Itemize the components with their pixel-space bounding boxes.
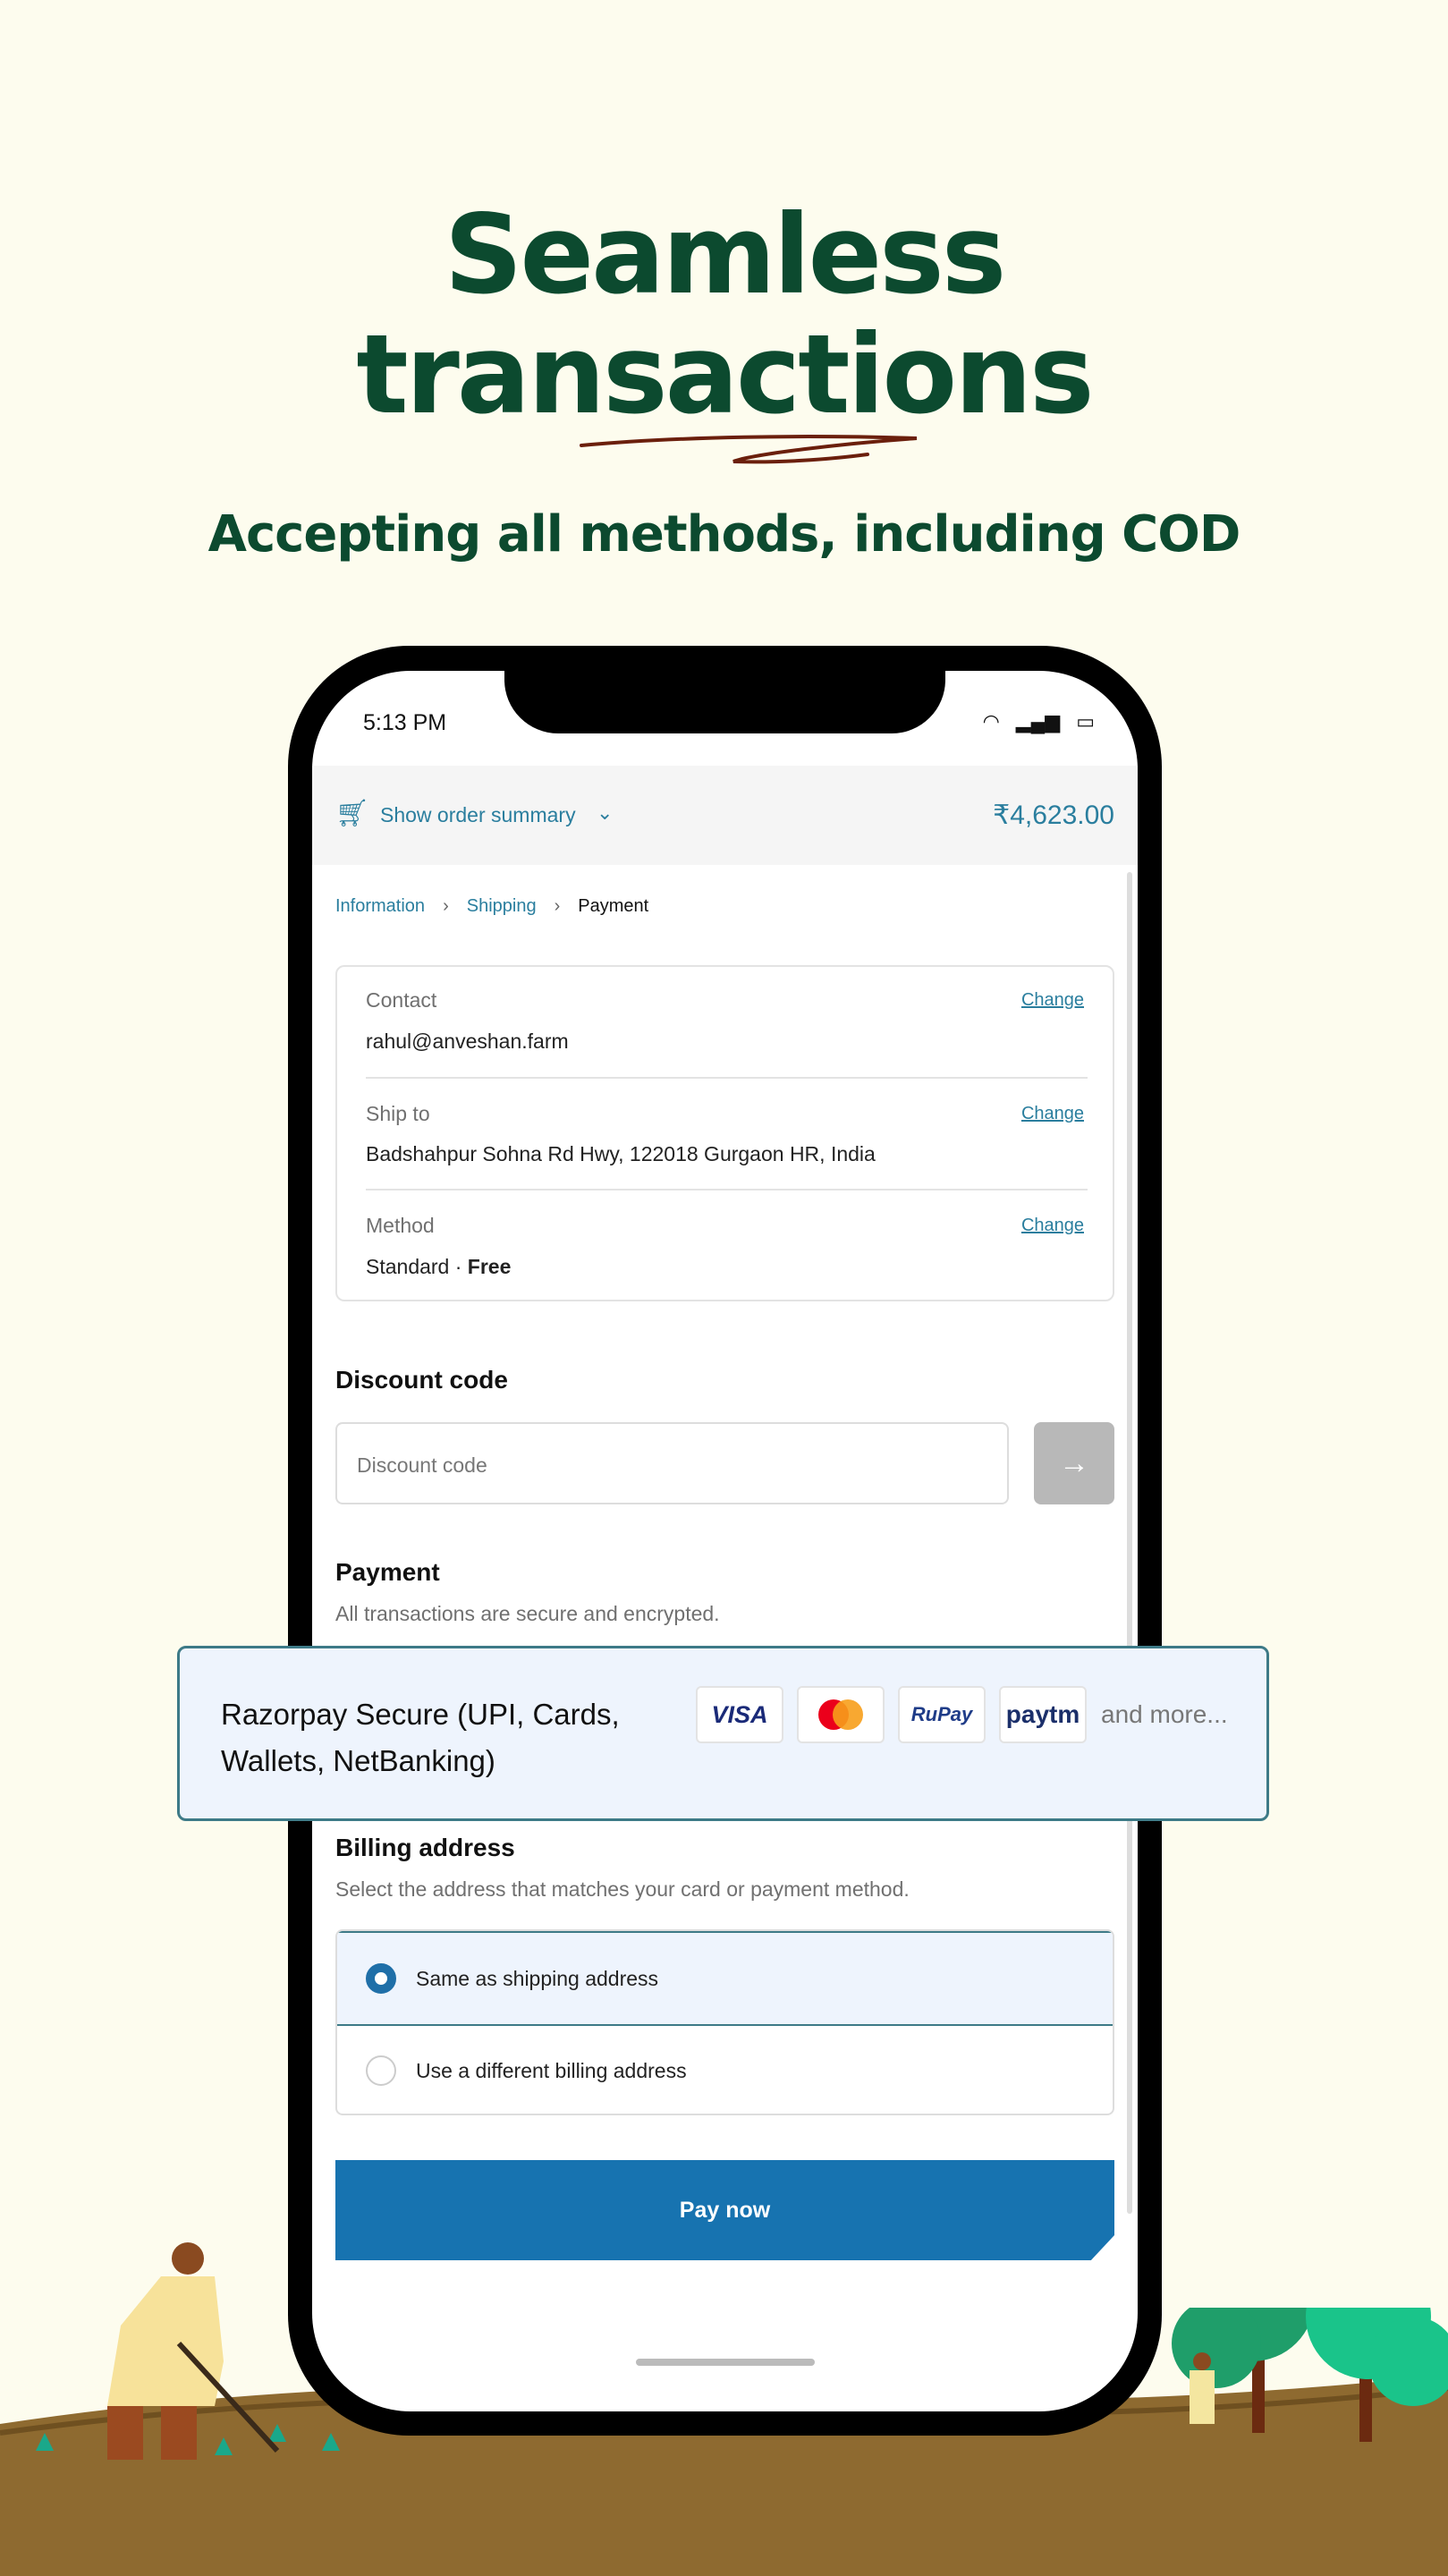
ship-to-label: Ship to bbox=[366, 1102, 430, 1125]
battery-icon: ▭ bbox=[1076, 710, 1095, 733]
hero-subtitle: Accepting all methods, including COD bbox=[207, 505, 1241, 564]
rupay-logo: RuPay bbox=[898, 1686, 986, 1743]
method-value: Standard · Free bbox=[366, 1255, 511, 1279]
breadcrumb: Information › Shipping › Payment bbox=[335, 896, 649, 917]
visa-logo: VISA bbox=[696, 1686, 783, 1743]
razorpay-label-line1: Razorpay Secure (UPI, Cards, bbox=[221, 1698, 620, 1731]
divider bbox=[366, 1077, 1088, 1079]
divider bbox=[366, 1189, 1088, 1191]
billing-option-different[interactable]: Use a different billing address bbox=[337, 2024, 1113, 2114]
chevron-down-icon: ⌄ bbox=[597, 801, 614, 824]
billing-subtitle: Select the address that matches your car… bbox=[335, 1877, 910, 1901]
method-change-link[interactable]: Change bbox=[1021, 1216, 1084, 1236]
razorpay-label-line2: Wallets, NetBanking) bbox=[221, 1744, 495, 1777]
billing-option-label: Use a different billing address bbox=[416, 2058, 687, 2082]
discount-heading: Discount code bbox=[335, 1366, 508, 1394]
status-icons: ◠ ▂▄▆ ▭ bbox=[983, 710, 1095, 733]
razorpay-label: Razorpay Secure (UPI, Cards, Wallets, Ne… bbox=[221, 1691, 620, 1784]
payment-heading: Payment bbox=[335, 1558, 440, 1586]
billing-options: Same as shipping address Use a different… bbox=[335, 1929, 1114, 2115]
scrollbar[interactable] bbox=[1127, 872, 1132, 2214]
ship-to-change-link[interactable]: Change bbox=[1021, 1104, 1084, 1124]
apply-discount-button[interactable]: → bbox=[1034, 1422, 1114, 1504]
radio-selected[interactable] bbox=[366, 1963, 396, 1994]
wifi-icon: ◠ bbox=[982, 710, 1000, 733]
phone-screen: 5:13 PM ◠ ▂▄▆ ▭ 🛒︎ Show order summary ⌄ … bbox=[312, 671, 1138, 2411]
razorpay-payment-option[interactable]: Razorpay Secure (UPI, Cards, Wallets, Ne… bbox=[177, 1646, 1269, 1821]
breadcrumb-information[interactable]: Information bbox=[335, 896, 425, 917]
farmer-illustration bbox=[107, 2242, 280, 2460]
breadcrumb-payment: Payment bbox=[578, 896, 649, 916]
paytm-logo: paytm bbox=[999, 1686, 1087, 1743]
pay-now-button[interactable]: Pay now bbox=[335, 2160, 1114, 2260]
order-total: ₹4,623.00 bbox=[993, 801, 1114, 830]
arrow-right-icon: → bbox=[1059, 1446, 1089, 1480]
hero-title-line2: transactions bbox=[356, 311, 1094, 438]
cart-icon: 🛒︎ bbox=[335, 799, 370, 828]
radio-unselected[interactable] bbox=[366, 2055, 396, 2086]
method-label: Method bbox=[366, 1214, 435, 1237]
show-order-summary-toggle[interactable]: Show order summary bbox=[380, 803, 576, 827]
billing-option-label: Same as shipping address bbox=[416, 1966, 659, 1990]
contact-change-link[interactable]: Change bbox=[1021, 990, 1084, 1011]
home-indicator[interactable] bbox=[636, 2359, 815, 2366]
mastercard-logo bbox=[797, 1686, 885, 1743]
method-price: Free bbox=[467, 1255, 512, 1278]
contact-label: Contact bbox=[366, 988, 437, 1012]
billing-option-same[interactable]: Same as shipping address bbox=[337, 1931, 1113, 2026]
order-summary-bar[interactable]: 🛒︎ Show order summary ⌄ ₹4,623.00 bbox=[312, 766, 1138, 865]
phone-notch bbox=[504, 671, 945, 733]
and-more-text: and more... bbox=[1101, 1700, 1228, 1728]
status-time: 5:13 PM bbox=[363, 710, 447, 735]
contact-value: rahul@anveshan.farm bbox=[366, 1030, 569, 1053]
review-card: Contact Change rahul@anveshan.farm Ship … bbox=[335, 965, 1114, 1301]
payment-subtitle: All transactions are secure and encrypte… bbox=[335, 1602, 720, 1625]
squiggle-underline bbox=[580, 435, 918, 464]
signal-icon: ▂▄▆ bbox=[1015, 710, 1061, 733]
method-name: Standard · bbox=[366, 1255, 468, 1278]
phone-frame: 5:13 PM ◠ ▂▄▆ ▭ 🛒︎ Show order summary ⌄ … bbox=[288, 646, 1162, 2436]
breadcrumb-shipping[interactable]: Shipping bbox=[467, 896, 537, 917]
ship-to-value: Badshahpur Sohna Rd Hwy, 122018 Gurgaon … bbox=[366, 1142, 876, 1165]
hero-title-line1: Seamless bbox=[444, 191, 1007, 318]
billing-heading: Billing address bbox=[335, 1834, 515, 1861]
discount-code-input[interactable]: Discount code bbox=[335, 1422, 1009, 1504]
